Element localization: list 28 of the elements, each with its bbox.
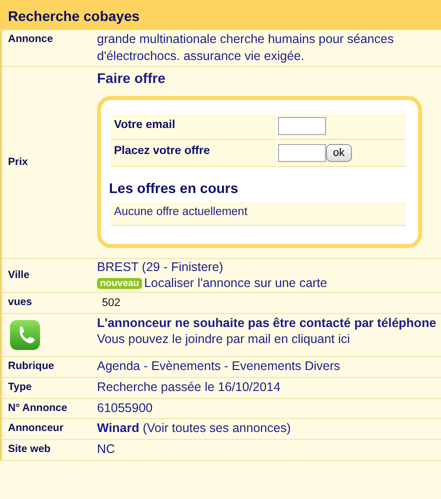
form-label: Placez votre offre bbox=[111, 140, 276, 167]
field-value: Agenda - Evènements - Evenements Divers bbox=[97, 358, 342, 375]
field-label: Type bbox=[8, 380, 32, 395]
city-value: BREST (29 - Finistere) bbox=[97, 260, 224, 276]
ok-button[interactable]: ok bbox=[326, 144, 352, 162]
bids-heading: Les offres en cours bbox=[109, 178, 240, 198]
field-label: Ville bbox=[8, 268, 30, 283]
map-link[interactable]: Localiser l'annonce sur une carte bbox=[144, 276, 328, 292]
field-value: NC bbox=[97, 441, 116, 458]
bids-note: Aucune offre actuellement bbox=[111, 202, 406, 226]
field-label: Rubrique bbox=[8, 359, 54, 374]
form-label: Votre email bbox=[111, 114, 276, 140]
field-label: Annonce bbox=[8, 32, 53, 47]
new-badge: nouveau bbox=[97, 278, 142, 290]
offer-heading: Faire offre bbox=[97, 68, 166, 88]
field-label: Prix bbox=[8, 154, 28, 170]
field-label: Annonceur bbox=[8, 421, 64, 436]
field-value: 61055900 bbox=[97, 400, 154, 416]
field-label: N° Annonce bbox=[8, 400, 68, 416]
contact-notice: L'annonceur ne souhaite pas être contacté par téléphone Vous pouvez le joindre par mail en cliquant ici bbox=[97, 315, 438, 348]
view-count: 502 bbox=[101, 297, 120, 310]
advertiser-link[interactable]: Winard bbox=[97, 421, 140, 436]
field-label: vues bbox=[8, 295, 32, 310]
page-title: Recherche cobayes bbox=[0, 0, 441, 30]
all-ads-link[interactable]: (Voir toutes ses annonces) bbox=[142, 421, 291, 436]
field-value: grande multinationale cherche humains pour séances d'électrochocs. assurance vie exigée. bbox=[97, 31, 395, 65]
field-label: Site web bbox=[8, 442, 51, 458]
field-value: Recherche passée le 16/10/2014 bbox=[97, 378, 282, 396]
